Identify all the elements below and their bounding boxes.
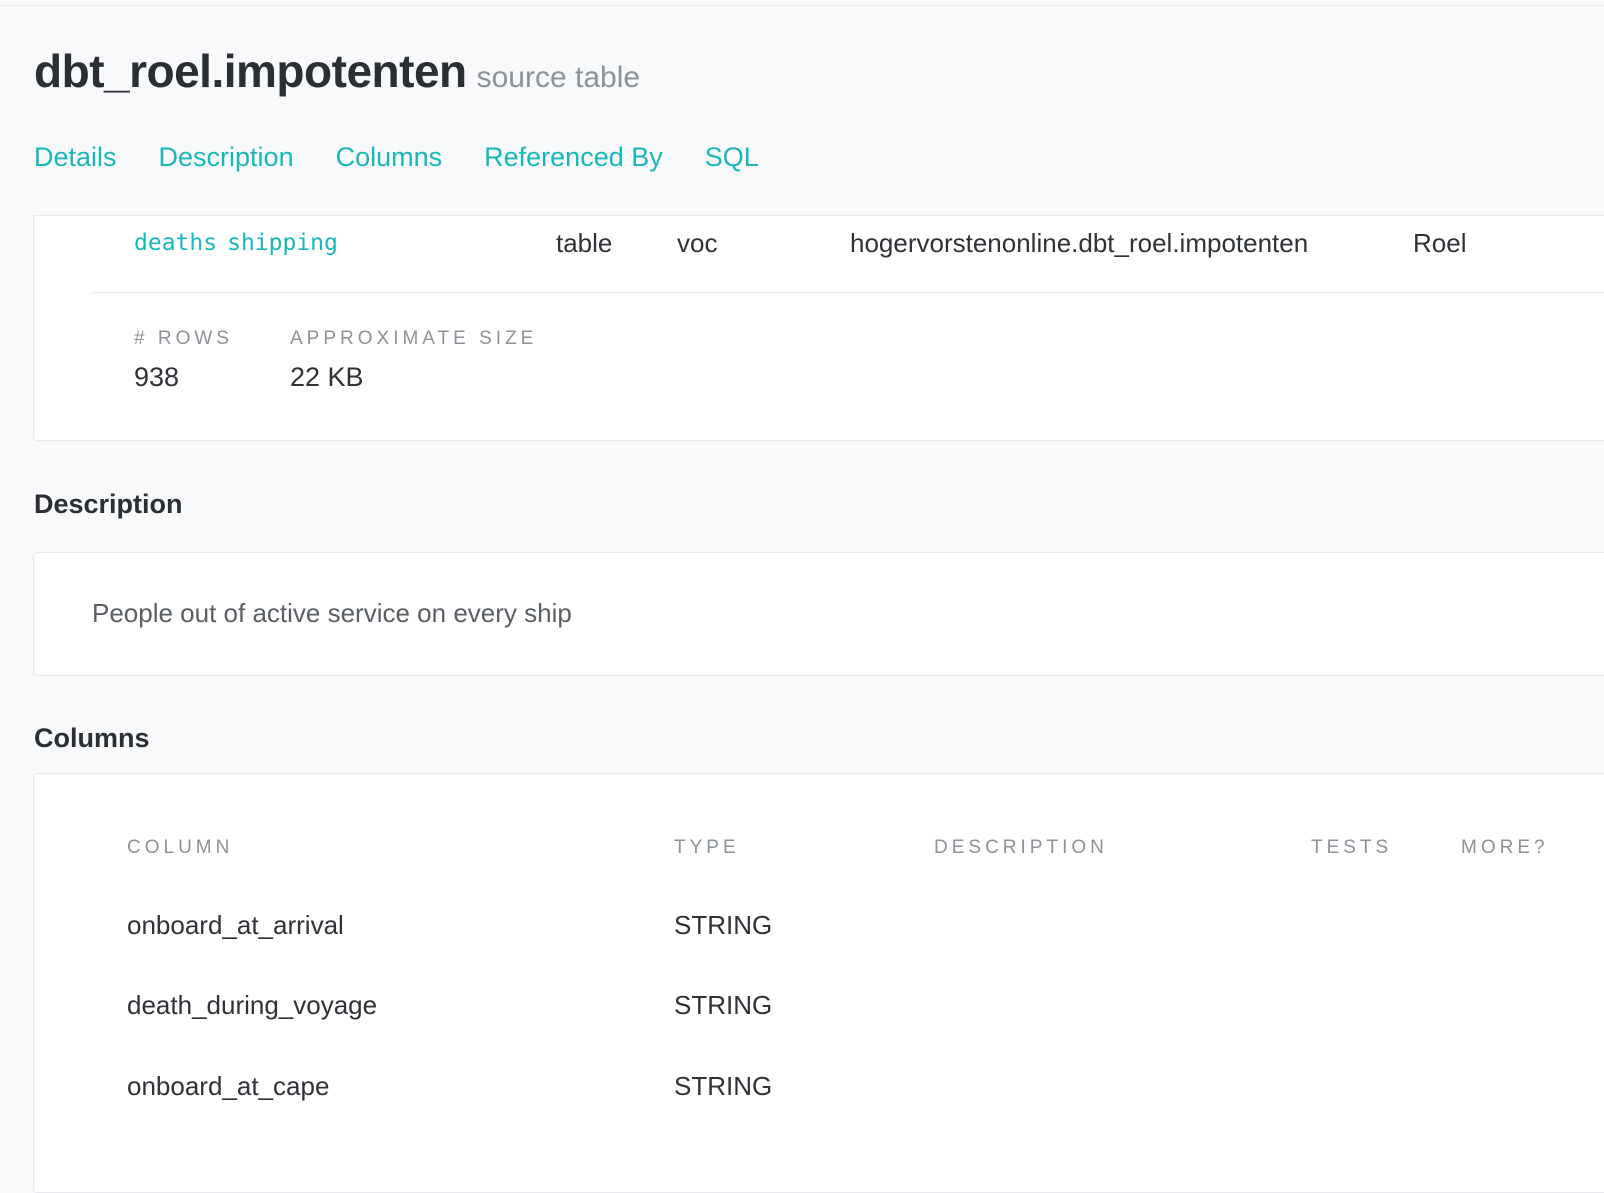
tag-link[interactable]: deaths xyxy=(134,230,217,256)
owner-name: Roel xyxy=(1413,228,1467,258)
table-row[interactable]: death_during_voyage STRING xyxy=(127,990,1604,1070)
description-card: People out of active service on every sh… xyxy=(33,552,1604,676)
column-name: onboard_at_arrival xyxy=(127,910,344,940)
page-title: dbt_roel.impotenten source table xyxy=(34,44,640,98)
section-tabs: Details Description Columns Referenced B… xyxy=(34,142,801,173)
tab-sql[interactable]: SQL xyxy=(705,142,759,173)
column-type: STRING xyxy=(674,1071,773,1101)
stat-value: 22 KB xyxy=(290,362,364,392)
tab-referenced-by[interactable]: Referenced By xyxy=(484,142,663,173)
column-name: onboard_at_cape xyxy=(127,1071,330,1101)
column-header-name: COLUMN xyxy=(127,837,234,858)
column-type: STRING xyxy=(674,910,773,940)
column-name: death_during_voyage xyxy=(127,990,378,1020)
description-text: People out of active service on every sh… xyxy=(92,598,572,628)
stat-label: # ROWS xyxy=(134,328,233,349)
relation-name: hogervorstenonline.dbt_roel.impotenten xyxy=(850,228,1309,258)
stat-value: 938 xyxy=(134,362,180,392)
column-header-description: DESCRIPTION xyxy=(934,837,1108,858)
tab-columns[interactable]: Columns xyxy=(336,142,443,173)
model-kind: source table xyxy=(476,61,641,94)
stat-label: APPROXIMATE SIZE xyxy=(290,328,538,349)
tab-details[interactable]: Details xyxy=(34,142,117,173)
model-name: dbt_roel.impotenten xyxy=(34,45,467,97)
details-card: deaths shipping table voc hogervorstenonl… xyxy=(33,215,1604,441)
column-type: STRING xyxy=(674,990,773,1020)
details-meta-row: deaths shipping table voc hogervorstenonl… xyxy=(92,216,1604,293)
column-header-tests: TESTS xyxy=(1311,837,1393,858)
columns-heading: Columns xyxy=(34,723,150,753)
description-heading: Description xyxy=(34,489,183,519)
columns-card: COLUMN TYPE DESCRIPTION TESTS MORE? onbo… xyxy=(33,773,1604,1193)
materialization-type: table xyxy=(556,228,613,258)
column-header-more: MORE? xyxy=(1461,837,1549,858)
top-border xyxy=(0,0,1604,6)
column-header-type: TYPE xyxy=(674,837,740,858)
size-stat: APPROXIMATE SIZE 22 KB xyxy=(290,328,537,393)
tag-link[interactable]: shipping xyxy=(227,230,338,256)
tags-cell: deaths shipping xyxy=(134,230,348,256)
package-name: voc xyxy=(677,228,718,258)
row-count-stat: # ROWS 938 xyxy=(134,328,233,393)
table-row[interactable]: onboard_at_arrival STRING xyxy=(127,910,1604,990)
tab-description[interactable]: Description xyxy=(159,142,294,173)
table-row[interactable]: onboard_at_cape STRING xyxy=(127,1071,1604,1151)
